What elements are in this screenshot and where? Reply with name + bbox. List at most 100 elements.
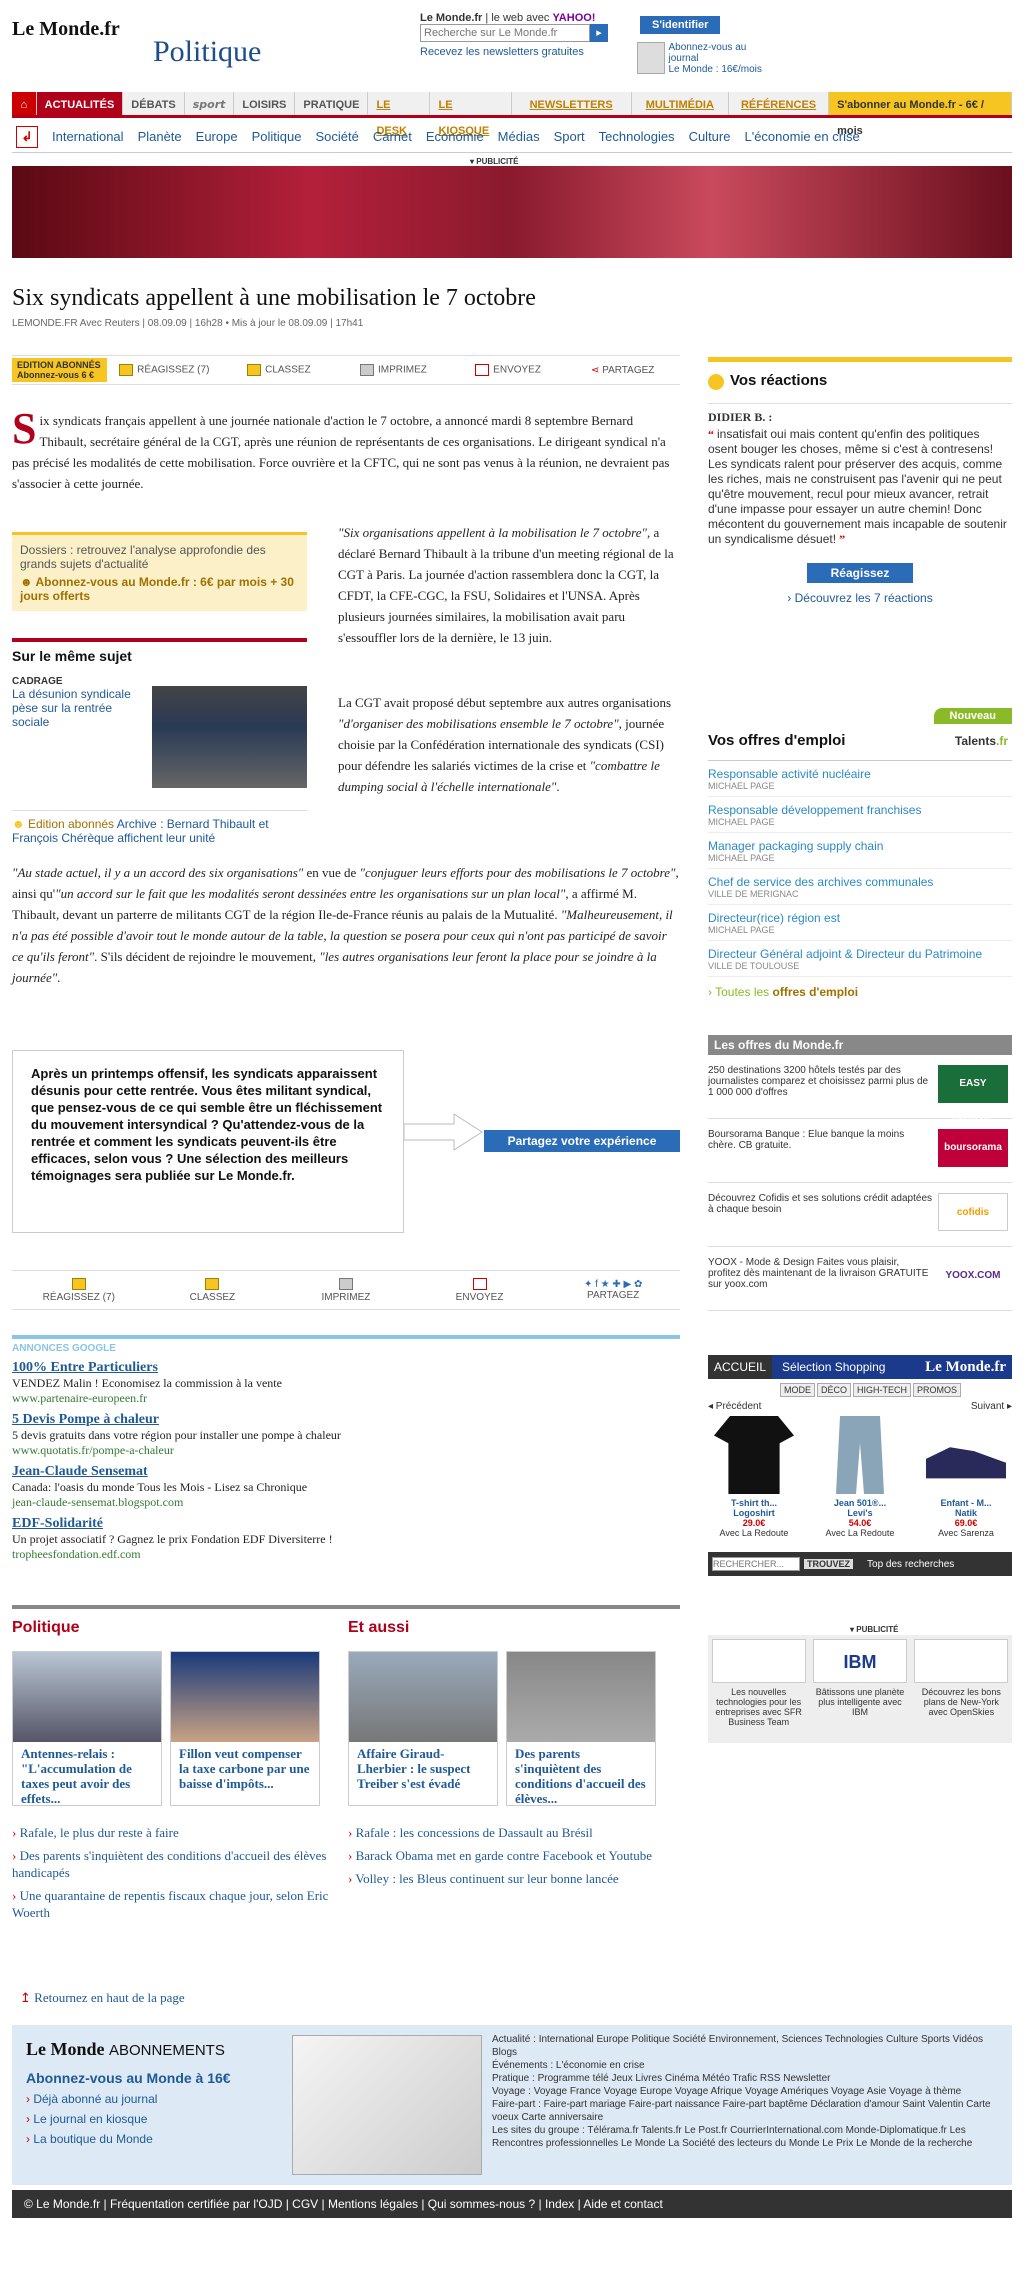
job-item[interactable]: Directeur(rice) région est MICHAEL PAGE <box>708 905 1012 941</box>
nav-le-kiosque[interactable]: LE KIOSQUE <box>430 92 512 137</box>
nav-newsletters[interactable]: NEWSLETTERS <box>512 92 632 115</box>
tab-deco[interactable]: DÉCO <box>817 1383 852 1397</box>
edition-abonnes-badge[interactable]: EDITION ABONNÉS Abonnez-vous 6 € <box>12 358 107 382</box>
tab-selection[interactable]: Sélection Shopping <box>772 1355 895 1379</box>
ad-item[interactable]: 5 Devis Pompe à chaleur 5 devis gratuits … <box>12 1412 680 1458</box>
dossier-subscribe-link[interactable]: ☻ Abonnez-vous au Monde.fr : 6€ par mois… <box>20 575 299 603</box>
react-button[interactable]: RÉAGISSEZ (7) <box>12 1277 146 1303</box>
footer-fairepart[interactable]: Faire-part : Faire-part mariage Faire-pa… <box>492 2098 1002 2124</box>
subnav-economie-crise[interactable]: L'économie en crise <box>744 129 859 144</box>
next-button[interactable]: Suivant ▸ <box>971 1401 1012 1412</box>
nav-pratique[interactable]: PRATIQUE <box>295 92 369 115</box>
search-scope-lemonde[interactable]: Le Monde.fr <box>420 12 482 24</box>
social-icons[interactable]: ✦ f ★ ✚ ▶ ✿ <box>546 1279 680 1290</box>
footer-bar[interactable]: © Le Monde.fr | Fréquentation certifiée … <box>12 2190 1012 2218</box>
nav-debats[interactable]: DÉBATS <box>123 92 185 115</box>
search-button[interactable]: ▸ <box>590 24 608 42</box>
offer-item[interactable]: 250 destinations 3200 hôtels testés par … <box>708 1055 1012 1127</box>
search-scope-web[interactable]: le web avec <box>491 12 549 24</box>
back-to-top-link[interactable]: ↥ Retournez en haut de la page <box>20 1990 185 2006</box>
tab-high-tech[interactable]: HIGH-TECH <box>853 1383 912 1397</box>
search-input[interactable] <box>420 24 590 42</box>
product-card[interactable]: Enfant - M... Natik 69.0€ Avec Sarenza <box>920 1416 1012 1538</box>
login-button[interactable]: S'identifier <box>640 16 721 34</box>
subnav-societe[interactable]: Société <box>315 129 358 144</box>
sponsored-ad[interactable]: Découvrez les bons plans de New-York ave… <box>914 1639 1009 1743</box>
back-arrow-icon[interactable]: ↲ <box>16 125 38 148</box>
related-link[interactable]: La désunion syndicale pèse sur la rentré… <box>12 687 131 729</box>
job-item[interactable]: Manager packaging supply chain MICHAEL PA… <box>708 833 1012 869</box>
top-searches-link[interactable]: Top des recherches <box>867 1559 954 1570</box>
job-item[interactable]: Directeur Général adjoint & Directeur du… <box>708 941 1012 977</box>
newspaper-collage[interactable] <box>292 2035 482 2175</box>
newsletters-link[interactable]: Recevez les newsletters gratuites <box>420 46 584 58</box>
footer-voyage[interactable]: Voyage : Voyage France Voyage Europe Voy… <box>492 2085 1002 2098</box>
nav-multimedia[interactable]: MULTIMÉDIA <box>632 92 729 115</box>
list-item[interactable]: Rafale, le plus dur reste à faire <box>12 1824 332 1841</box>
news-card[interactable]: Antennes-relais : "L'accumulation de tax… <box>12 1651 162 1806</box>
news-card[interactable]: Fillon veut compenser la taxe carbone pa… <box>170 1651 320 1806</box>
news-card[interactable]: Affaire Giraud-Lherbier : le suspect Tre… <box>348 1651 498 1806</box>
site-logo[interactable]: Le Monde.fr <box>12 18 120 41</box>
footer-link[interactable]: Déjà abonné au journal <box>26 2092 326 2106</box>
ad-item[interactable]: Jean-Claude Sensemat Canada: l'oasis du m… <box>12 1464 680 1510</box>
offer-item[interactable]: Boursorama Banque : Elue banque la moins… <box>708 1119 1012 1183</box>
home-icon[interactable]: ⌂ <box>12 92 37 115</box>
react-button[interactable]: RÉAGISSEZ (7) <box>107 364 222 376</box>
list-item[interactable]: Rafale : les concessions de Dassault au … <box>348 1824 668 1841</box>
tab-mode[interactable]: MODE <box>780 1383 815 1397</box>
offer-item[interactable]: YOOX - Mode & Design Faites vous plaisir… <box>708 1247 1012 1311</box>
list-item[interactable]: Des parents s'inquiètent des conditions … <box>12 1847 332 1881</box>
job-item[interactable]: Responsable activité nucléaire MICHAEL PA… <box>708 761 1012 797</box>
politique-title[interactable]: Politique <box>12 1619 332 1637</box>
all-jobs-link[interactable]: › Toutes les offres d'emploi <box>708 985 1012 999</box>
share-experience-button[interactable]: Partagez votre expérience <box>484 1130 680 1152</box>
subnav-europe[interactable]: Europe <box>196 129 238 144</box>
nav-actualites[interactable]: ACTUALITÉS <box>36 92 124 115</box>
list-item[interactable]: Une quarantaine de repentis fiscaux chaq… <box>12 1887 332 1921</box>
ad-item[interactable]: 100% Entre Particuliers VENDEZ Malin ! Ec… <box>12 1360 680 1406</box>
talents-logo[interactable]: Talents.fr <box>955 734 1008 748</box>
related-archive-link[interactable]: ☻ Edition abonnés Archive : Bernard Thib… <box>12 810 307 845</box>
offer-item[interactable]: Découvrez Cofidis et ses solutions crédi… <box>708 1183 1012 1247</box>
nav-le-desk[interactable]: LE DESK <box>368 92 431 137</box>
subnav-politique[interactable]: Politique <box>252 129 302 144</box>
list-item[interactable]: Volley : les Bleus continuent sur leur b… <box>348 1870 668 1887</box>
sponsored-ad[interactable]: Les nouvelles technologies pour les entr… <box>711 1639 806 1743</box>
nav-loisirs[interactable]: LOISIRS <box>234 92 296 115</box>
nav-sport[interactable]: sport <box>185 92 235 115</box>
subnav-medias[interactable]: Médias <box>498 129 540 144</box>
subnav-international[interactable]: International <box>52 129 124 144</box>
footer-link[interactable]: Le journal en kiosque <box>26 2112 326 2126</box>
job-item[interactable]: Responsable développement franchises MICH… <box>708 797 1012 833</box>
sponsored-ad[interactable]: IBM Bâtissons une planète plus intelligen… <box>812 1639 907 1743</box>
print-button[interactable]: IMPRIMEZ <box>336 364 451 376</box>
classify-button[interactable]: CLASSEZ <box>222 364 337 376</box>
subscribe-promo[interactable]: Abonnez-vous au journal Le Monde : 16€/mo… <box>637 42 777 75</box>
share-button[interactable]: ⋖ PARTAGEZ <box>565 365 680 376</box>
subnav-planete[interactable]: Planète <box>138 129 182 144</box>
subscribe-nav-button[interactable]: S'abonner au Monde.fr - 6€ / mois <box>829 92 1012 137</box>
news-card[interactable]: Des parents s'inquiètent des conditions … <box>506 1651 656 1806</box>
all-reactions-link[interactable]: › Découvrez les 7 réactions <box>708 591 1012 605</box>
email-button[interactable]: ENVOYEZ <box>413 1277 547 1303</box>
react-now-button[interactable]: Réagissez <box>807 563 913 583</box>
share-button[interactable]: ✦ f ★ ✚ ▶ ✿ PARTAGEZ <box>546 1279 680 1301</box>
nav-references[interactable]: RÉFÉRENCES <box>729 92 830 115</box>
email-button[interactable]: ENVOYEZ <box>451 364 566 376</box>
product-card[interactable]: T-shirt th... Logoshirt 29.0€ Avec La Redou… <box>708 1416 800 1538</box>
subnav-culture[interactable]: Culture <box>689 129 731 144</box>
footer-rubriques[interactable]: Actualité : International Europe Politiq… <box>492 2033 1002 2059</box>
prev-button[interactable]: ◂ Précédent <box>708 1401 761 1412</box>
job-item[interactable]: Chef de service des archives communales V… <box>708 869 1012 905</box>
footer-groupe[interactable]: Les sites du groupe : Télérama.fr Talent… <box>492 2124 1002 2150</box>
subnav-sport[interactable]: Sport <box>554 129 585 144</box>
subnav-carnet[interactable]: Carnet <box>373 129 412 144</box>
shop-search-button[interactable]: TROUVEZ <box>804 1559 854 1569</box>
dossier-box[interactable]: Dossiers : retrouvez l'analyse approfond… <box>12 532 307 611</box>
related-photo[interactable] <box>152 686 307 788</box>
subscribe-link[interactable]: Abonnez-vous au journal <box>669 42 747 64</box>
shop-search-input[interactable] <box>712 1557 800 1571</box>
ad-banner[interactable] <box>12 166 1012 258</box>
footer-link[interactable]: La boutique du Monde <box>26 2132 326 2146</box>
